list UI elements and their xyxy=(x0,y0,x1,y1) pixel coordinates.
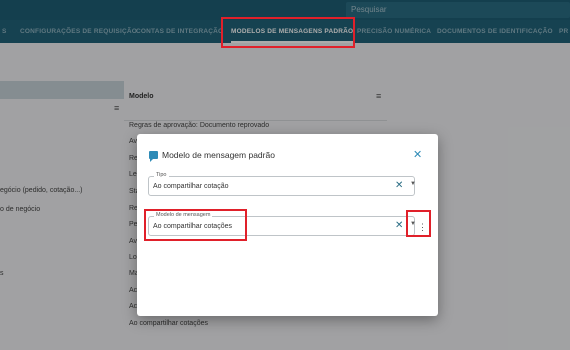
tipo-label: Tipo xyxy=(154,172,169,178)
chat-bubble-icon xyxy=(149,151,158,162)
highlight-box-model-field xyxy=(144,209,247,241)
dialog-title: Modelo de mensagem padrão xyxy=(162,150,275,160)
tipo-value: Ao compartilhar cotação xyxy=(153,183,229,190)
clear-icon[interactable]: ✕ xyxy=(395,180,403,191)
tipo-select[interactable]: Tipo Ao compartilhar cotação ✕ ▼ xyxy=(148,172,416,196)
highlight-box-active-tab xyxy=(221,17,355,48)
close-icon[interactable]: ✕ xyxy=(413,148,422,161)
highlight-box-more-options xyxy=(406,210,431,237)
clear-icon[interactable]: ✕ xyxy=(395,220,403,231)
dropdown-arrow-icon[interactable]: ▼ xyxy=(410,181,416,187)
